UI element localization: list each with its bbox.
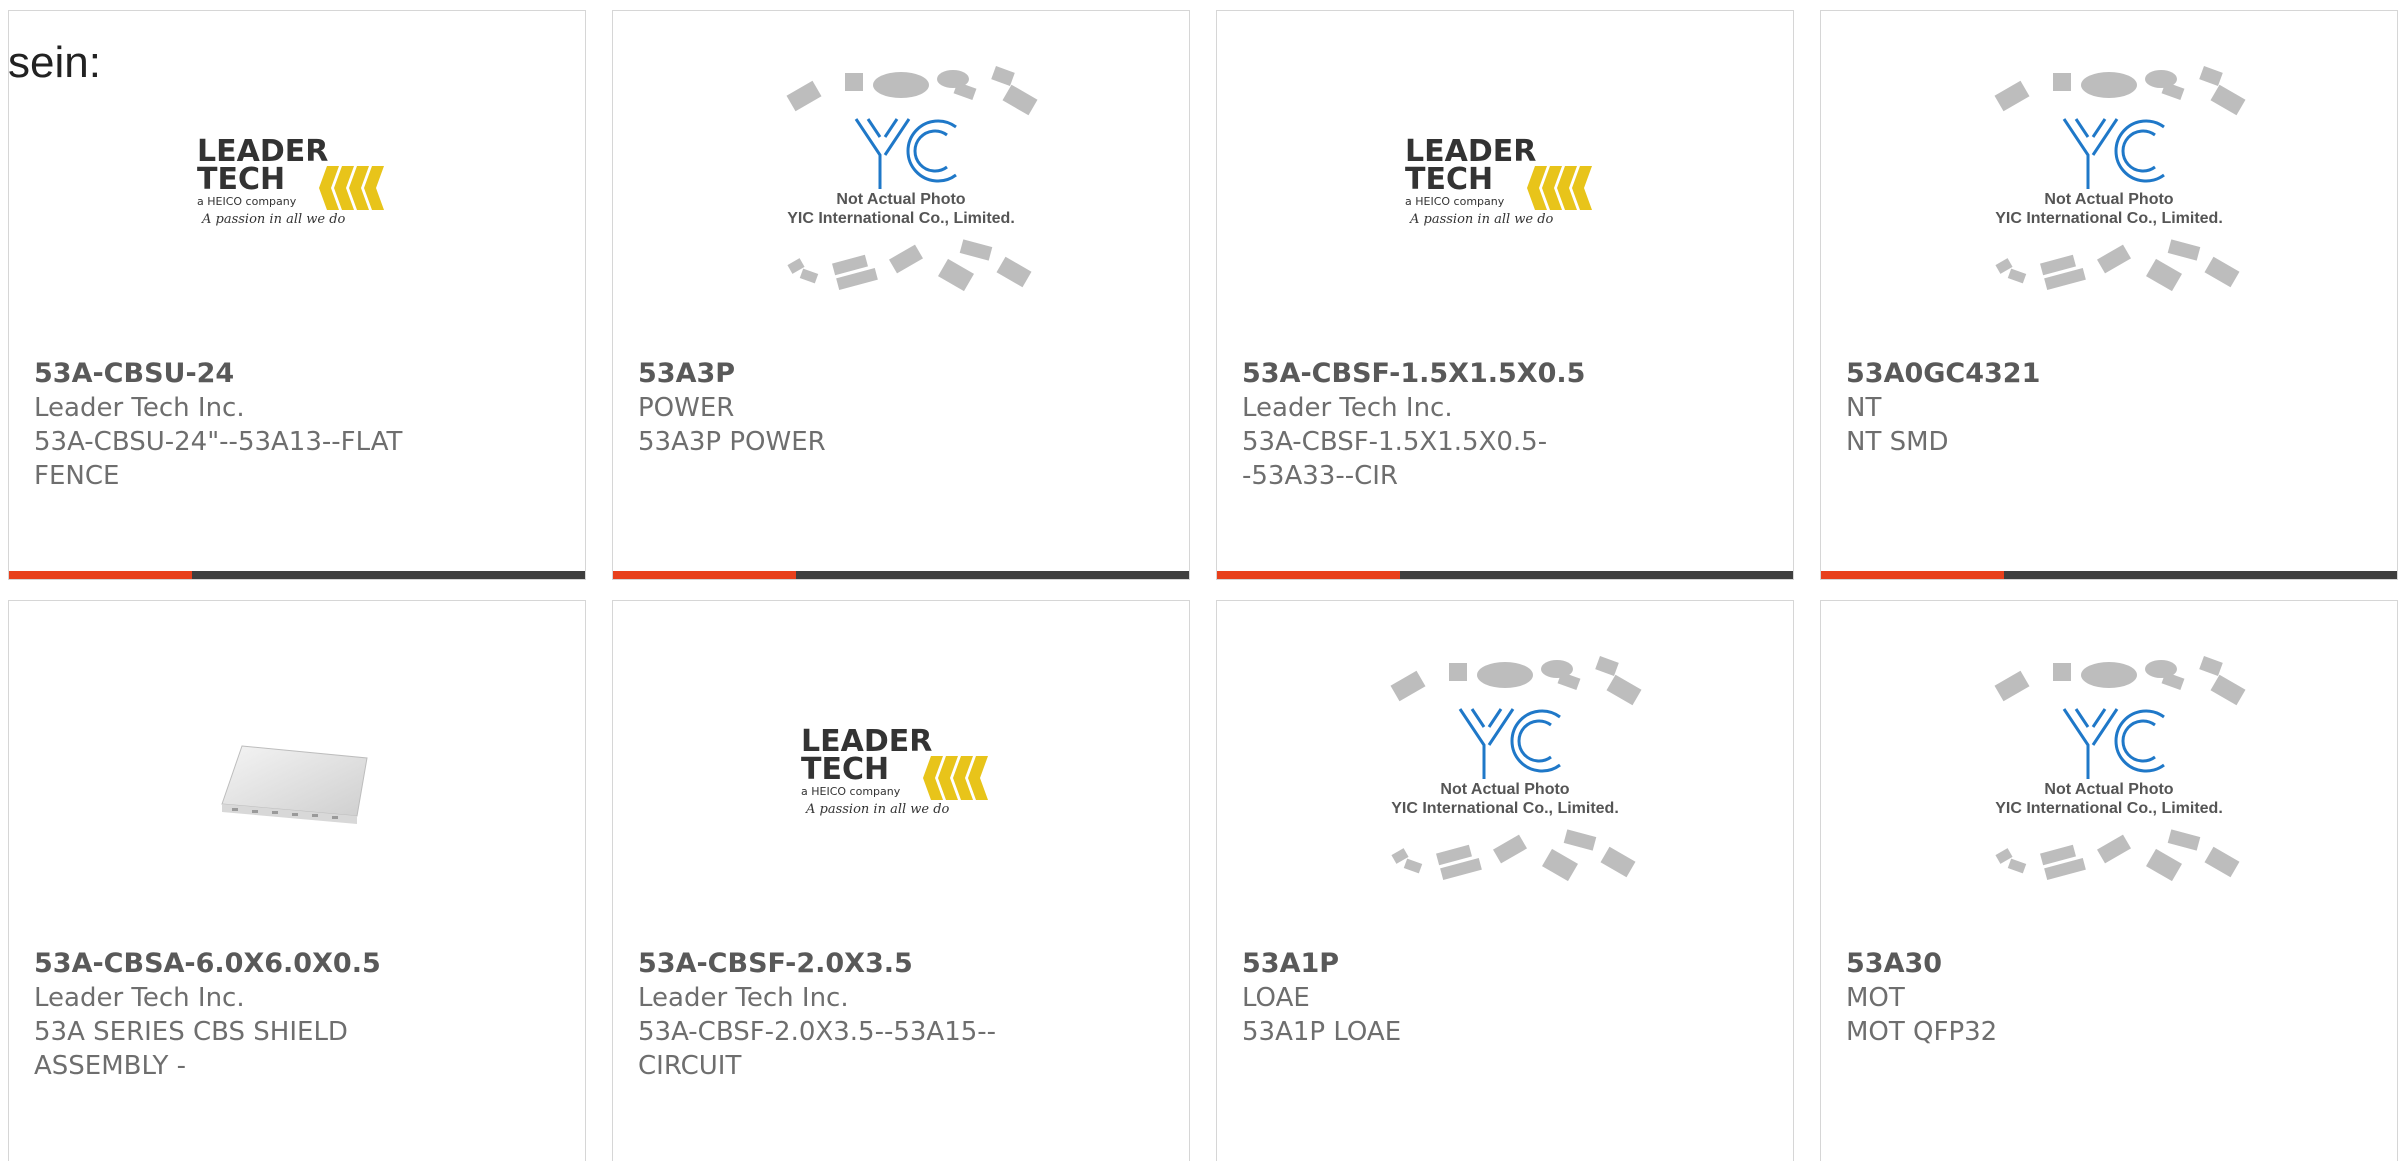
- shield-product-photo-icon: [221, 745, 368, 824]
- product-card[interactable]: LEADER TECH a HEICO company A passion in…: [1216, 10, 1794, 580]
- part-number[interactable]: 53A-CBSU-24: [34, 357, 560, 391]
- logo-line3: a HEICO company: [801, 785, 901, 798]
- manufacturer: Leader Tech Inc.: [1242, 393, 1453, 423]
- card-bar: [1217, 571, 1793, 579]
- description: 53A-CBSF-1.5X1.5X0.5--53A33--CIR: [1242, 427, 1548, 491]
- description: 53A SERIES CBS SHIELD ASSEMBLY -: [34, 1017, 348, 1081]
- placeholder-line2: YIC International Co., Limited.: [1995, 210, 2223, 227]
- placeholder-line2: YIC International Co., Limited.: [1995, 800, 2223, 817]
- card-bar: [9, 571, 585, 579]
- card-bar-accent: [613, 571, 796, 579]
- logo-line4: A passion in all we do: [201, 212, 346, 227]
- manufacturer: NT: [1846, 393, 1882, 423]
- description: NT SMD: [1846, 427, 1949, 457]
- yic-placeholder-icon: Not Actual Photo YIC International Co., …: [1969, 61, 2249, 301]
- product-image: Not Actual Photo YIC International Co., …: [613, 11, 1189, 351]
- card-bar-accent: [9, 571, 192, 579]
- part-number[interactable]: 53A0GC4321: [1846, 357, 2372, 391]
- logo-line2: TECH: [801, 752, 889, 787]
- card-bar-accent: [1821, 571, 2004, 579]
- product-card[interactable]: Not Actual Photo YIC International Co., …: [612, 10, 1190, 580]
- logo-line2: TECH: [1405, 162, 1493, 197]
- description: 53A1P LOAE: [1242, 1017, 1402, 1047]
- part-number[interactable]: 53A30: [1846, 947, 2372, 981]
- manufacturer: Leader Tech Inc.: [34, 983, 245, 1013]
- manufacturer: POWER: [638, 393, 735, 423]
- product-grid-page: sein: LEADER TECH a HEICO company A pass…: [0, 0, 2400, 1161]
- logo-line4: A passion in all we do: [805, 802, 950, 817]
- placeholder-line1: Not Actual Photo: [2044, 191, 2174, 208]
- card-bar: [1821, 571, 2397, 579]
- leader-tech-logo-icon: LEADER TECH a HEICO company A passion in…: [801, 724, 988, 817]
- product-image: [9, 601, 585, 961]
- product-image: LEADER TECH a HEICO company A passion in…: [1217, 11, 1793, 351]
- yic-placeholder-icon: Not Actual Photo YIC International Co., …: [761, 61, 1041, 301]
- leader-tech-logo-icon: LEADER TECH a HEICO company A passion in…: [1405, 134, 1592, 227]
- logo-line3: a HEICO company: [1405, 195, 1505, 208]
- description: 53A3P POWER: [638, 427, 826, 457]
- yic-placeholder-icon: Not Actual Photo YIC International Co., …: [1365, 651, 1645, 891]
- card-bar: [613, 571, 1189, 579]
- part-number[interactable]: 53A-CBSA-6.0X6.0X0.5: [34, 947, 560, 981]
- product-card[interactable]: Not Actual Photo YIC International Co., …: [1820, 10, 2398, 580]
- lead-text: sein:: [8, 38, 101, 87]
- product-card[interactable]: Not Actual Photo YIC International Co., …: [1820, 600, 2398, 1161]
- product-image: LEADER TECH a HEICO company A passion in…: [613, 601, 1189, 941]
- product-card[interactable]: 53A-CBSA-6.0X6.0X0.5 Leader Tech Inc. 53…: [8, 600, 586, 1161]
- yic-placeholder-icon: Not Actual Photo YIC International Co., …: [1969, 651, 2249, 891]
- placeholder-line2: YIC International Co., Limited.: [787, 210, 1015, 227]
- card-bar-accent: [1217, 571, 1400, 579]
- product-card[interactable]: LEADER TECH a HEICO company A passion in…: [8, 10, 586, 580]
- description: 53A-CBSU-24"--53A13--FLAT FENCE: [34, 427, 403, 491]
- placeholder-line1: Not Actual Photo: [836, 191, 966, 208]
- leader-tech-logo-icon: LEADER TECH a HEICO company A passion in…: [197, 134, 384, 227]
- product-card[interactable]: LEADER TECH a HEICO company A passion in…: [612, 600, 1190, 1161]
- product-card[interactable]: Not Actual Photo YIC International Co., …: [1216, 600, 1794, 1161]
- manufacturer: Leader Tech Inc.: [638, 983, 849, 1013]
- logo-line4: A passion in all we do: [1409, 212, 1554, 227]
- manufacturer: MOT: [1846, 983, 1905, 1013]
- placeholder-line1: Not Actual Photo: [2044, 781, 2174, 798]
- part-number[interactable]: 53A3P: [638, 357, 1164, 391]
- logo-line2: TECH: [197, 162, 285, 197]
- manufacturer: Leader Tech Inc.: [34, 393, 245, 423]
- manufacturer: LOAE: [1242, 983, 1310, 1013]
- description: 53A-CBSF-2.0X3.5--53A15--CIRCUIT: [638, 1017, 997, 1081]
- product-image: Not Actual Photo YIC International Co., …: [1821, 11, 2397, 351]
- part-number[interactable]: 53A-CBSF-1.5X1.5X0.5: [1242, 357, 1768, 391]
- product-image: Not Actual Photo YIC International Co., …: [1821, 601, 2397, 941]
- logo-line3: a HEICO company: [197, 195, 297, 208]
- part-number[interactable]: 53A1P: [1242, 947, 1768, 981]
- product-image: Not Actual Photo YIC International Co., …: [1217, 601, 1793, 941]
- placeholder-line1: Not Actual Photo: [1440, 781, 1570, 798]
- part-number[interactable]: 53A-CBSF-2.0X3.5: [638, 947, 1164, 981]
- description: MOT QFP32: [1846, 1017, 1998, 1047]
- placeholder-line2: YIC International Co., Limited.: [1391, 800, 1619, 817]
